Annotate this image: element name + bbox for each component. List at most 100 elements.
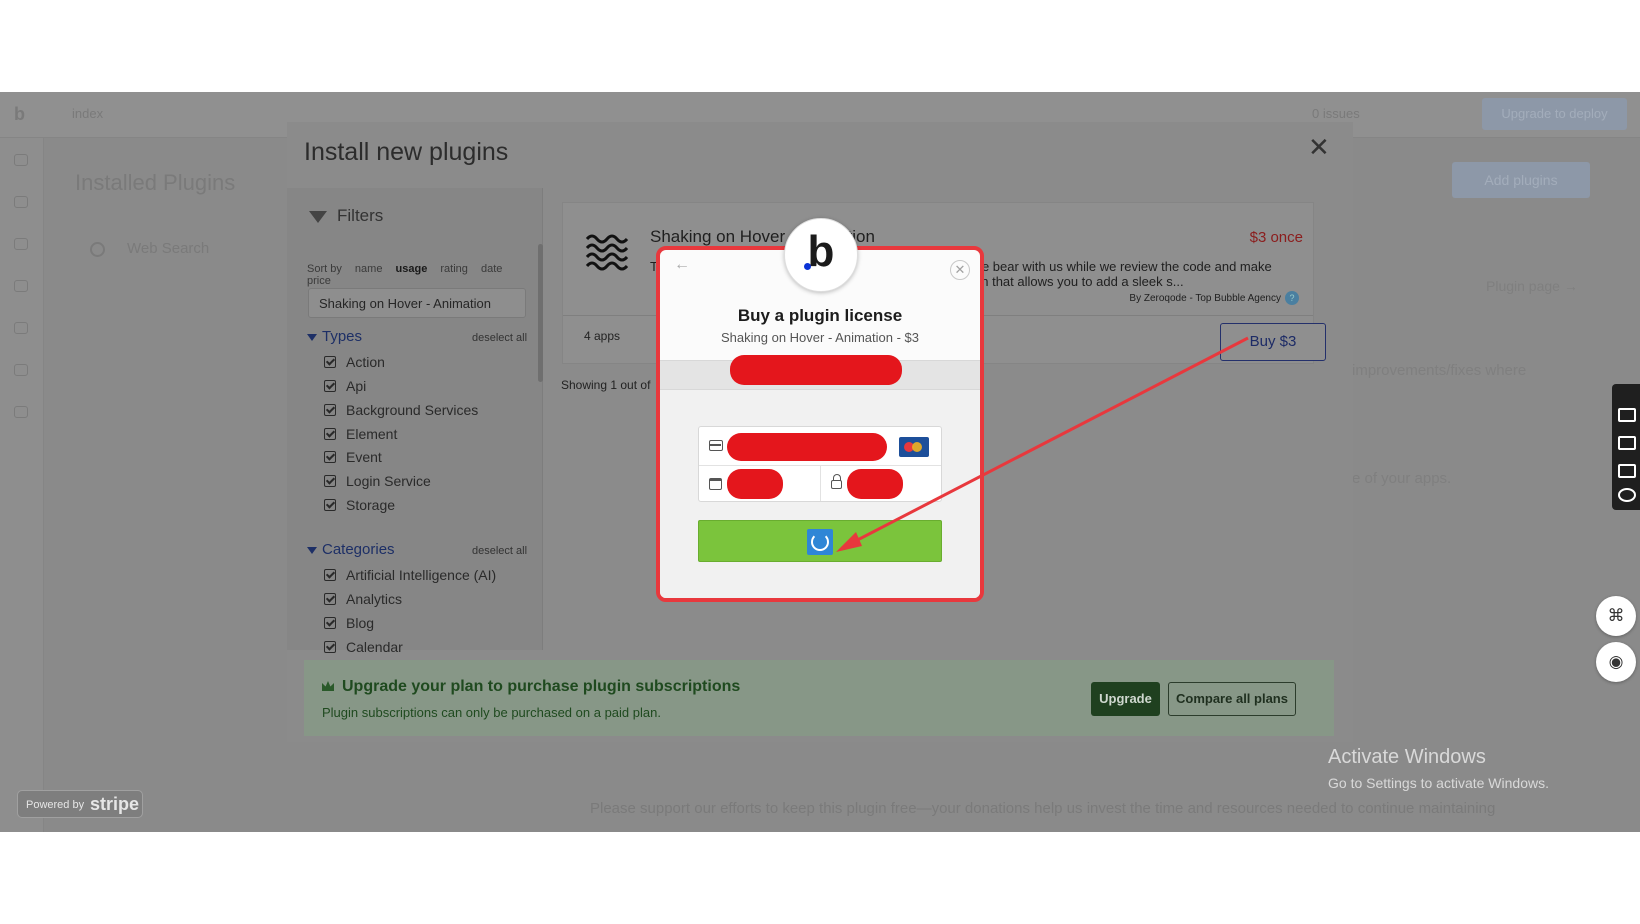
checkbox-icon bbox=[324, 428, 336, 440]
logs-tab-icon[interactable] bbox=[14, 406, 28, 418]
plugin-page-link[interactable]: Plugin page → bbox=[1486, 278, 1578, 294]
checkbox-icon bbox=[324, 593, 336, 605]
checkbox-label: Event bbox=[346, 449, 382, 465]
workflow-tab-icon[interactable] bbox=[14, 196, 28, 208]
video-icon[interactable] bbox=[1618, 436, 1636, 450]
checkbox-icon bbox=[324, 475, 336, 487]
crown-icon bbox=[322, 681, 334, 691]
checkbox-icon bbox=[324, 404, 336, 416]
plugin-search-input[interactable]: Shaking on Hover - Animation bbox=[308, 288, 526, 318]
sort-price[interactable]: price bbox=[307, 275, 331, 287]
styles-tab-icon[interactable] bbox=[14, 280, 28, 292]
categories-toggle[interactable]: Categories bbox=[307, 541, 395, 558]
lock-icon bbox=[831, 474, 842, 489]
gear-icon[interactable] bbox=[1618, 488, 1636, 502]
windows-watermark-line1: Activate Windows bbox=[1328, 746, 1486, 768]
logo-dot bbox=[804, 263, 811, 270]
filters-scrollbar[interactable] bbox=[538, 244, 543, 382]
upgrade-title: Upgrade your plan to purchase plugin sub… bbox=[322, 678, 740, 696]
screen-recording-frame: b index 0 issues Upgrade to deploy Insta… bbox=[0, 92, 1640, 832]
data-tab-icon[interactable] bbox=[14, 238, 28, 250]
type-checkbox-background-services[interactable]: Background Services bbox=[324, 402, 478, 418]
windows-activation-watermark: Activate Windows Go to Settings to activ… bbox=[1328, 746, 1549, 791]
redacted-cvc[interactable] bbox=[847, 469, 903, 499]
column-divider bbox=[820, 465, 821, 501]
plugin-description-line2: lugin that allows you to add a sleek s..… bbox=[961, 274, 1184, 289]
plugin-app-count: 4 apps bbox=[584, 329, 621, 343]
sort-label: Sort by bbox=[307, 263, 342, 275]
page-selector[interactable]: index bbox=[72, 106, 103, 121]
category-checkbox-analytics[interactable]: Analytics bbox=[324, 591, 402, 607]
redacted-expiry[interactable] bbox=[727, 469, 783, 499]
checkbox-label: Calendar bbox=[346, 639, 403, 655]
plugin-description-line1: ease bear with us while we review the co… bbox=[961, 259, 1272, 274]
categories-label: Categories bbox=[322, 541, 395, 558]
installed-plugins-title: Installed Plugins bbox=[75, 170, 236, 195]
background-description-2: e of your apps. bbox=[1352, 470, 1452, 487]
sort-date[interactable]: date bbox=[481, 263, 502, 275]
categories-deselect-all[interactable]: deselect all bbox=[472, 545, 527, 557]
apps-grid-icon[interactable]: ⌘ bbox=[1596, 596, 1636, 636]
redacted-email bbox=[730, 355, 902, 385]
back-arrow-icon[interactable]: ← bbox=[674, 256, 690, 274]
powered-by-label: Powered by bbox=[26, 799, 85, 811]
plugins-tab-icon[interactable] bbox=[14, 322, 28, 334]
type-checkbox-api[interactable]: Api bbox=[324, 378, 366, 394]
caret-down-icon bbox=[307, 546, 317, 554]
type-checkbox-element[interactable]: Element bbox=[324, 426, 397, 442]
checkbox-icon bbox=[324, 499, 336, 511]
compare-plans-button[interactable]: Compare all plans bbox=[1168, 682, 1296, 716]
pay-button[interactable] bbox=[698, 520, 942, 562]
upgrade-title-text: Upgrade your plan to purchase plugin sub… bbox=[342, 678, 741, 695]
checkbox-label: Element bbox=[346, 426, 398, 442]
email-field[interactable] bbox=[660, 355, 980, 390]
modal-subtitle: Shaking on Hover - Animation - $3 bbox=[721, 330, 919, 345]
category-checkbox-ai[interactable]: Artificial Intelligence (AI) bbox=[324, 567, 496, 583]
filters-header: Filters bbox=[309, 206, 383, 226]
bubble-logo: b bbox=[784, 218, 858, 292]
settings-tab-icon[interactable] bbox=[14, 364, 28, 376]
add-plugins-button[interactable]: Add plugins bbox=[1452, 162, 1590, 198]
filters-label: Filters bbox=[337, 206, 384, 225]
checkbox-label: Analytics bbox=[346, 591, 403, 607]
checkbox-icon bbox=[324, 617, 336, 629]
waves-icon bbox=[585, 234, 629, 271]
redacted-card-number[interactable] bbox=[727, 433, 887, 461]
help-icon[interactable]: ? bbox=[1285, 291, 1299, 305]
upgrade-subtitle: Plugin subscriptions can only be purchas… bbox=[322, 705, 661, 720]
plugin-author: By Zeroqode - Top Bubble Agency? bbox=[1129, 291, 1299, 305]
upgrade-button[interactable]: Upgrade bbox=[1091, 682, 1160, 716]
card-details-form bbox=[698, 426, 942, 502]
type-checkbox-event[interactable]: Event bbox=[324, 449, 382, 465]
close-icon[interactable]: ✕ bbox=[1308, 134, 1330, 160]
checkbox-label: Login Service bbox=[346, 473, 431, 489]
type-checkbox-storage[interactable]: Storage bbox=[324, 497, 395, 513]
close-icon[interactable]: ✕ bbox=[950, 260, 970, 280]
sort-usage[interactable]: usage bbox=[396, 263, 428, 275]
buy-plugin-button[interactable]: Buy $3 bbox=[1220, 323, 1326, 361]
stripe-logo: stripe bbox=[90, 794, 140, 814]
category-checkbox-blog[interactable]: Blog bbox=[324, 615, 374, 631]
checkbox-icon bbox=[324, 641, 336, 653]
web-search[interactable]: Web Search bbox=[90, 240, 209, 257]
types-toggle[interactable]: Types bbox=[307, 328, 362, 345]
category-checkbox-calendar[interactable]: Calendar bbox=[324, 639, 403, 655]
powered-by-stripe-badge[interactable]: Powered by stripe bbox=[17, 790, 143, 818]
checkbox-label: Action bbox=[346, 354, 385, 370]
screen-icon[interactable] bbox=[1618, 464, 1636, 478]
deploy-button[interactable]: Upgrade to deploy bbox=[1482, 98, 1627, 130]
assistant-icon[interactable]: ◉ bbox=[1596, 642, 1636, 682]
camera-icon[interactable] bbox=[1618, 408, 1636, 422]
credit-card-icon bbox=[709, 440, 723, 451]
panel-title: Install new plugins bbox=[304, 138, 509, 166]
issues-indicator[interactable]: 0 issues bbox=[1312, 106, 1360, 121]
caret-down-icon bbox=[307, 333, 317, 341]
types-deselect-all[interactable]: deselect all bbox=[472, 332, 527, 344]
type-checkbox-login-service[interactable]: Login Service bbox=[324, 473, 431, 489]
type-checkbox-action[interactable]: Action bbox=[324, 354, 385, 370]
design-tab-icon[interactable] bbox=[14, 154, 28, 166]
results-count: Showing 1 out of bbox=[561, 378, 651, 392]
sort-name[interactable]: name bbox=[355, 263, 383, 275]
sort-rating[interactable]: rating bbox=[440, 263, 468, 275]
types-label: Types bbox=[322, 328, 363, 345]
